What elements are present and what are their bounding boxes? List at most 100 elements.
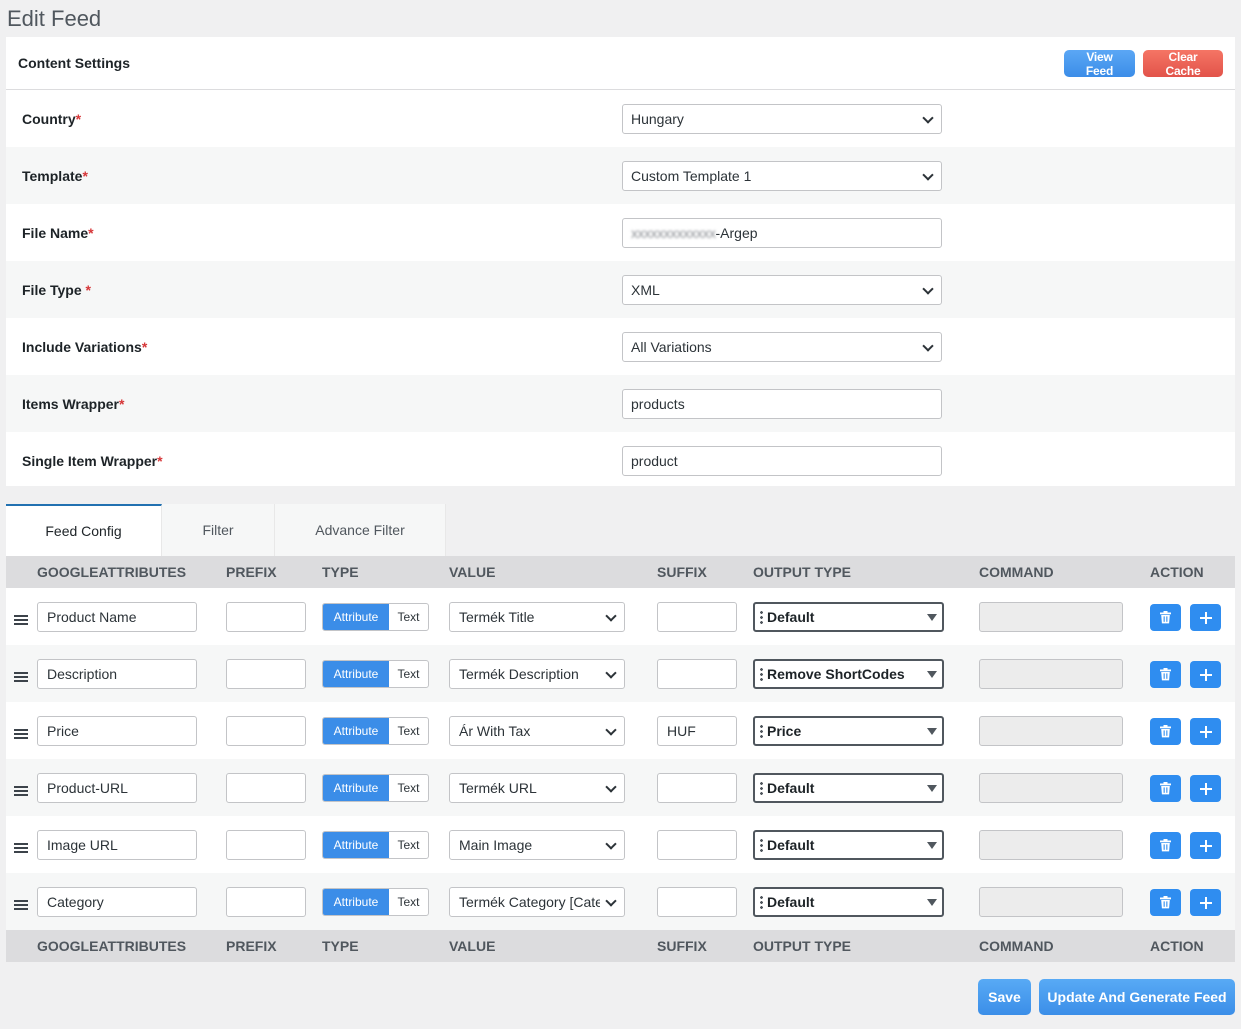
- include-variations-select[interactable]: All Variations: [622, 331, 942, 362]
- suffix-input[interactable]: [657, 773, 737, 803]
- grip-dots-icon: [760, 667, 763, 681]
- value-select[interactable]: Termék URL: [449, 773, 625, 803]
- delete-row-button[interactable]: [1150, 832, 1181, 859]
- caret-down-icon: [927, 614, 937, 621]
- add-row-button[interactable]: [1190, 832, 1221, 859]
- prefix-input[interactable]: [226, 716, 306, 746]
- drag-handle-icon[interactable]: [14, 843, 28, 853]
- prefix-input[interactable]: [226, 773, 306, 803]
- output-type-select[interactable]: Default: [753, 773, 944, 803]
- type-text-button[interactable]: Text: [389, 718, 428, 744]
- output-type-select[interactable]: Remove ShortCodes: [753, 659, 944, 689]
- google-attribute-input[interactable]: Category: [37, 887, 197, 917]
- type-attribute-button[interactable]: Attribute: [323, 832, 389, 858]
- suffix-input[interactable]: [657, 602, 737, 632]
- type-text-button[interactable]: Text: [389, 775, 428, 801]
- drag-handle-icon[interactable]: [14, 900, 28, 910]
- prefix-input[interactable]: [226, 659, 306, 689]
- delete-row-button[interactable]: [1150, 661, 1181, 688]
- suffix-input[interactable]: [657, 887, 737, 917]
- template-select[interactable]: Custom Template 1: [622, 160, 942, 191]
- trash-icon: [1160, 839, 1171, 852]
- save-button[interactable]: Save: [978, 979, 1031, 1015]
- delete-row-button[interactable]: [1150, 889, 1181, 916]
- suffix-input[interactable]: HUF: [657, 716, 737, 746]
- drag-handle-icon[interactable]: [14, 786, 28, 796]
- command-input[interactable]: [979, 830, 1123, 860]
- table-footer-header: GOOGLEATTRIBUTES PREFIX TYPE VALUE SUFFI…: [6, 930, 1235, 962]
- content-settings-header: Content Settings View Feed Clear Cache: [6, 37, 1235, 90]
- value-select[interactable]: Termék Description: [449, 659, 625, 689]
- grip-dots-icon: [760, 610, 763, 624]
- footer-output-type: OUTPUT TYPE: [753, 938, 852, 954]
- output-type-label: Remove ShortCodes: [767, 666, 905, 682]
- output-type-select[interactable]: Default: [753, 602, 944, 632]
- chevron-down-icon: [922, 168, 934, 181]
- type-attribute-button[interactable]: Attribute: [323, 889, 389, 915]
- add-row-button[interactable]: [1190, 889, 1221, 916]
- drag-handle-icon[interactable]: [14, 615, 28, 625]
- value-select-label: Termék Category [Category: [459, 894, 600, 910]
- type-text-button[interactable]: Text: [389, 889, 428, 915]
- type-text-button[interactable]: Text: [389, 661, 428, 687]
- prefix-input[interactable]: [226, 830, 306, 860]
- delete-row-button[interactable]: [1150, 604, 1181, 631]
- type-toggle: Attribute Text: [322, 603, 429, 631]
- delete-row-button[interactable]: [1150, 775, 1181, 802]
- google-attribute-input[interactable]: Description: [37, 659, 197, 689]
- drag-handle-icon[interactable]: [14, 729, 28, 739]
- type-text-button[interactable]: Text: [389, 832, 428, 858]
- command-input[interactable]: [979, 602, 1123, 632]
- value-select[interactable]: Main Image: [449, 830, 625, 860]
- table-row: Category Attribute Text Termék Category [Ca…: [6, 873, 1235, 930]
- prefix-input[interactable]: [226, 887, 306, 917]
- google-attribute-input[interactable]: Product Name: [37, 602, 197, 632]
- output-type-select[interactable]: Default: [753, 830, 944, 860]
- view-feed-button[interactable]: View Feed: [1064, 49, 1135, 78]
- google-attribute-input[interactable]: Product-URL: [37, 773, 197, 803]
- prefix-input[interactable]: [226, 602, 306, 632]
- output-type-select[interactable]: Default: [753, 887, 944, 917]
- tab-filter[interactable]: Filter: [162, 504, 275, 556]
- chevron-down-icon: [605, 838, 617, 850]
- country-select[interactable]: Hungary: [622, 103, 942, 134]
- add-row-button[interactable]: [1190, 661, 1221, 688]
- type-attribute-button[interactable]: Attribute: [323, 775, 389, 801]
- command-input[interactable]: [979, 716, 1123, 746]
- footer-suffix: SUFFIX: [657, 938, 707, 954]
- update-and-generate-feed-button[interactable]: Update And Generate Feed: [1039, 979, 1235, 1015]
- output-type-select[interactable]: Price: [753, 716, 944, 746]
- file-type-select[interactable]: XML: [622, 274, 942, 305]
- tab-advance-filter[interactable]: Advance Filter: [275, 504, 446, 556]
- command-input[interactable]: [979, 659, 1123, 689]
- type-attribute-button[interactable]: Attribute: [323, 718, 389, 744]
- delete-row-button[interactable]: [1150, 718, 1181, 745]
- value-select[interactable]: Ár With Tax: [449, 716, 625, 746]
- tab-feed-config[interactable]: Feed Config: [6, 504, 162, 556]
- command-input[interactable]: [979, 887, 1123, 917]
- trash-icon: [1160, 668, 1171, 681]
- value-select[interactable]: Termék Title: [449, 602, 625, 632]
- value-select[interactable]: Termék Category [Category: [449, 887, 625, 917]
- add-row-button[interactable]: [1190, 604, 1221, 631]
- add-row-button[interactable]: [1190, 775, 1221, 802]
- type-text-button[interactable]: Text: [389, 604, 428, 630]
- clear-cache-button[interactable]: Clear Cache: [1143, 49, 1223, 78]
- file-name-input[interactable]: xxxxxxxxxxxxx -Argep: [622, 217, 942, 248]
- google-attribute-input[interactable]: Price: [37, 716, 197, 746]
- google-attribute-input[interactable]: Image URL: [37, 830, 197, 860]
- suffix-input[interactable]: [657, 659, 737, 689]
- value-select-label: Termék URL: [459, 780, 537, 796]
- type-attribute-button[interactable]: Attribute: [323, 604, 389, 630]
- suffix-input[interactable]: [657, 830, 737, 860]
- type-toggle: Attribute Text: [322, 888, 429, 916]
- drag-handle-icon[interactable]: [14, 672, 28, 682]
- table-row: Description Attribute Text Termék Descripti…: [6, 645, 1235, 702]
- command-input[interactable]: [979, 773, 1123, 803]
- type-attribute-button[interactable]: Attribute: [323, 661, 389, 687]
- items-wrapper-row: Items Wrapper* products: [6, 375, 1235, 432]
- items-wrapper-input[interactable]: products: [622, 388, 942, 419]
- add-row-button[interactable]: [1190, 718, 1221, 745]
- table-body: Product Name Attribute Text Termék Title Def…: [6, 588, 1235, 930]
- single-item-wrapper-input[interactable]: product: [622, 445, 942, 476]
